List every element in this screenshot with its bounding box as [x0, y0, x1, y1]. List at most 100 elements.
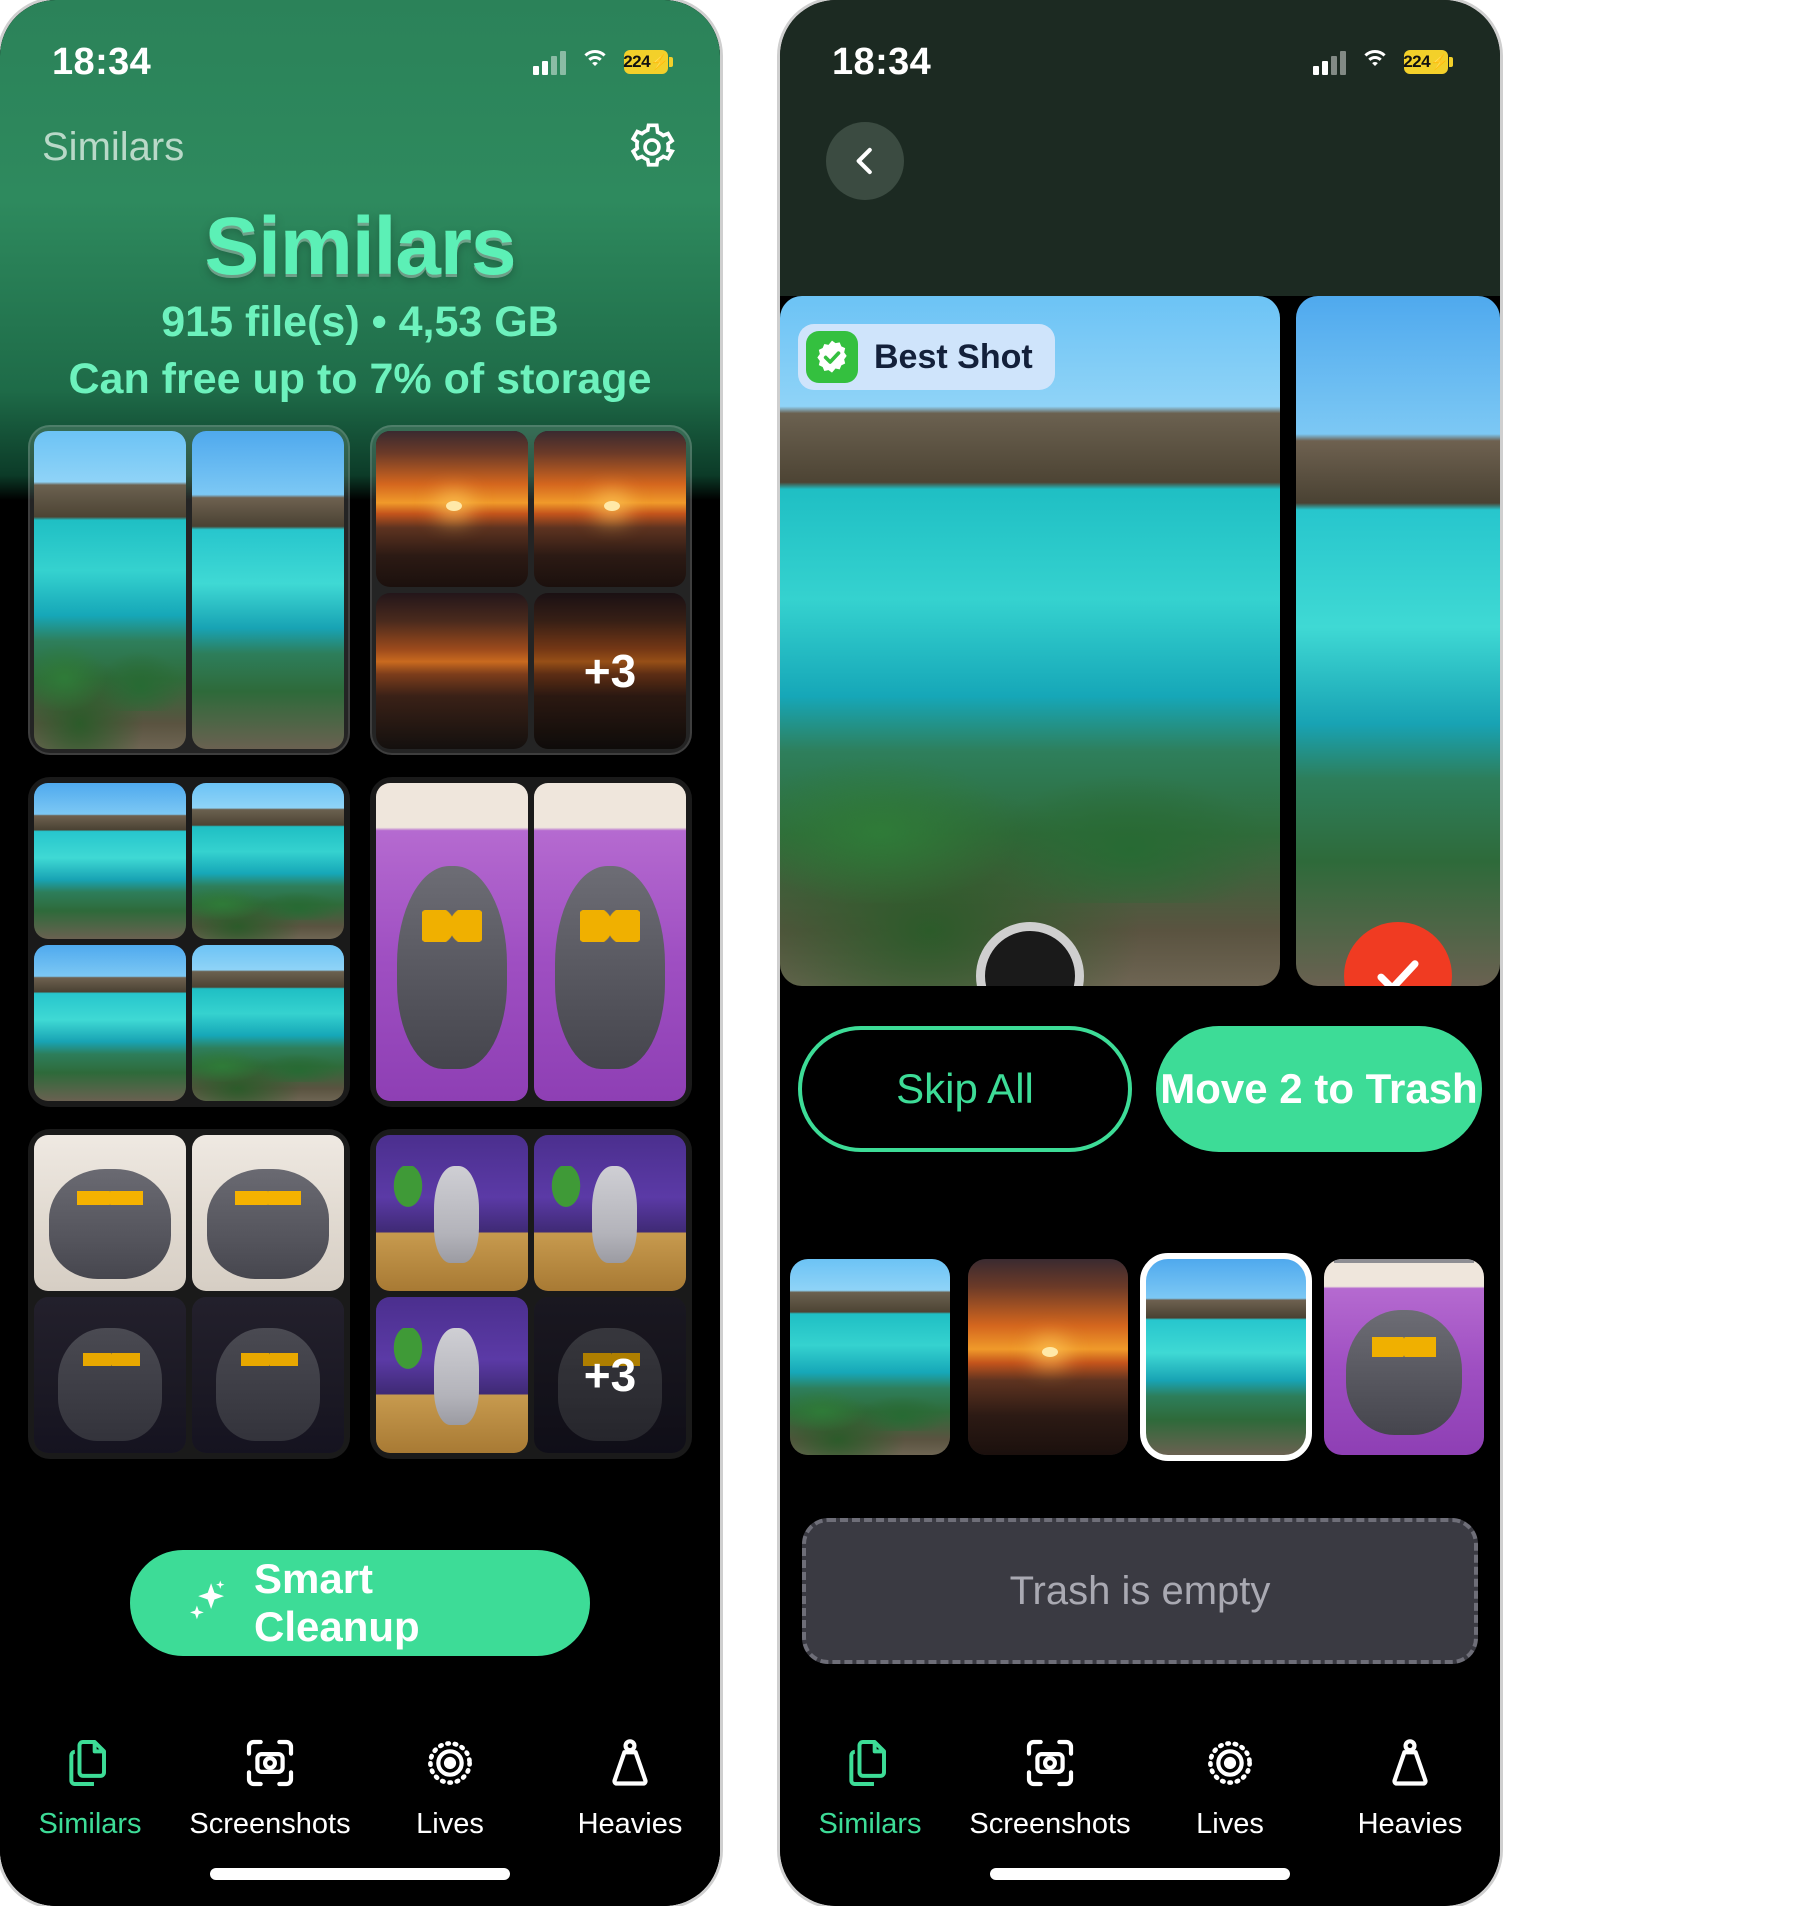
photo-tile[interactable]: [534, 1135, 686, 1291]
photo-tile-overflow[interactable]: +3: [534, 1297, 686, 1453]
photo-tile[interactable]: [192, 1297, 344, 1453]
compare-area: Best Shot: [780, 296, 1500, 986]
filmstrip-item-current[interactable]: [1140, 1253, 1312, 1461]
documents-copy-icon: [59, 1732, 121, 1794]
photo-tile[interactable]: [34, 1297, 186, 1453]
photo-pane-best[interactable]: Best Shot: [780, 296, 1280, 986]
overflow-count: +3: [534, 593, 686, 749]
status-icons: 224 ⚡: [1313, 49, 1453, 75]
photo-tile[interactable]: [376, 783, 528, 1101]
photo-tile[interactable]: [534, 431, 686, 587]
photo-tile[interactable]: [534, 783, 686, 1101]
action-buttons: Skip All Move 2 to Trash: [780, 1026, 1500, 1152]
photo-tile[interactable]: [376, 593, 528, 749]
overflow-count: +3: [534, 1297, 686, 1453]
photo-tile[interactable]: [192, 783, 344, 939]
group-card-sunset[interactable]: +3: [370, 425, 692, 755]
group-row-2: [28, 777, 692, 1107]
battery-charging-icon: 224 ⚡: [623, 50, 673, 74]
cellular-signal-icon: [533, 49, 566, 75]
phone-right: 18:34 224 ⚡ Best Shot Skip All Move 2 to…: [780, 0, 1500, 1906]
back-button[interactable]: [826, 122, 904, 200]
camera-frame-icon: [1019, 1732, 1081, 1794]
tab-label: Similars: [38, 1808, 142, 1840]
smart-cleanup-button[interactable]: Smart Cleanup: [130, 1550, 590, 1656]
filmstrip-item[interactable]: [1324, 1259, 1484, 1455]
home-indicator: [990, 1868, 1290, 1880]
photo-tile[interactable]: [34, 1135, 186, 1291]
status-clock: 18:34: [832, 40, 932, 83]
phone-left: 18:34 224 ⚡ Similars Similars 915 file(s: [0, 0, 720, 1906]
tab-label: Screenshots: [189, 1808, 351, 1840]
group-card-cat-purple[interactable]: [370, 777, 692, 1107]
smart-cleanup-label: Smart Cleanup: [254, 1555, 420, 1650]
savings-text: Can free up to 7% of storage: [68, 355, 652, 403]
group-row-3: +3: [28, 1129, 692, 1459]
photo-tile[interactable]: [34, 945, 186, 1101]
group-card-cat-light[interactable]: [28, 1129, 350, 1459]
filmstrip-item[interactable]: [790, 1259, 950, 1455]
photo-tile[interactable]: [376, 431, 528, 587]
tab-screenshots[interactable]: Screenshots: [180, 1732, 360, 1841]
nav-title: Similars: [42, 124, 185, 169]
charging-bolt-icon: ⚡: [650, 54, 669, 71]
gear-icon[interactable]: [626, 121, 678, 173]
tab-label: Lives: [416, 1808, 484, 1840]
nav-bar-left: Similars: [0, 112, 720, 182]
sparkles-icon: [184, 1578, 234, 1628]
camera-frame-icon: [239, 1732, 301, 1794]
photo-tile[interactable]: [34, 783, 186, 939]
group-row-1: +3: [28, 425, 692, 755]
trash-status-box[interactable]: Trash is empty: [802, 1518, 1478, 1664]
trash-status-label: Trash is empty: [1009, 1568, 1271, 1613]
best-shot-label: Best Shot: [874, 337, 1033, 376]
move-to-trash-label: Move 2 to Trash: [1160, 1065, 1478, 1112]
tab-heavies[interactable]: Heavies: [1320, 1732, 1500, 1841]
tab-lives[interactable]: Lives: [1140, 1732, 1320, 1841]
cellular-signal-icon: [1313, 49, 1346, 75]
battery-charging-icon: 224 ⚡: [1403, 50, 1453, 74]
photo-pane-duplicate[interactable]: [1296, 296, 1500, 986]
photo-tile[interactable]: [192, 431, 344, 749]
battery-level: 224: [1403, 52, 1431, 71]
photo-tile-overflow[interactable]: +3: [534, 593, 686, 749]
group-card-beach-2[interactable]: [28, 777, 350, 1107]
move-to-trash-button[interactable]: Move 2 to Trash: [1156, 1026, 1482, 1152]
chevron-left-icon: [846, 142, 884, 180]
photo-tile[interactable]: [192, 1135, 344, 1291]
page-title: Similars: [204, 201, 516, 292]
skip-all-button[interactable]: Skip All: [798, 1026, 1132, 1152]
tab-label: Heavies: [577, 1808, 683, 1840]
live-photo-icon: [419, 1732, 481, 1794]
photo-tile[interactable]: [192, 945, 344, 1101]
tab-screenshots[interactable]: Screenshots: [960, 1732, 1140, 1841]
tab-similars[interactable]: Similars: [780, 1732, 960, 1841]
status-bar-right: 18:34 224 ⚡: [780, 0, 1500, 98]
tab-bar-left: Similars Screenshots Lives Heavies: [0, 1706, 720, 1906]
wifi-icon: [580, 50, 610, 74]
similar-groups-grid: +3 +3: [0, 425, 720, 1706]
filmstrip-item[interactable]: [968, 1259, 1128, 1455]
photo-tile[interactable]: [376, 1135, 528, 1291]
file-stats: 915 file(s) • 4,53 GB: [161, 298, 559, 346]
tab-lives[interactable]: Lives: [360, 1732, 540, 1841]
tab-similars[interactable]: Similars: [0, 1732, 180, 1841]
status-clock: 18:34: [52, 40, 152, 83]
tab-label: Similars: [818, 1808, 922, 1840]
filmstrip[interactable]: [780, 1232, 1500, 1482]
skip-all-label: Skip All: [896, 1065, 1034, 1112]
group-card-cat-plant[interactable]: +3: [370, 1129, 692, 1459]
verified-check-rosette-icon: [806, 331, 858, 383]
photo-tile[interactable]: [34, 431, 186, 749]
tab-label: Heavies: [1357, 1808, 1463, 1840]
home-indicator: [210, 1868, 510, 1880]
status-icons: 224 ⚡: [533, 49, 673, 75]
weight-icon: [1379, 1732, 1441, 1794]
battery-level: 224: [623, 52, 651, 71]
live-photo-icon: [1199, 1732, 1261, 1794]
status-bar-left: 18:34 224 ⚡: [0, 0, 720, 98]
photo-tile[interactable]: [376, 1297, 528, 1453]
group-card-beach[interactable]: [28, 425, 350, 755]
tab-label: Screenshots: [969, 1808, 1131, 1840]
tab-heavies[interactable]: Heavies: [540, 1732, 720, 1841]
